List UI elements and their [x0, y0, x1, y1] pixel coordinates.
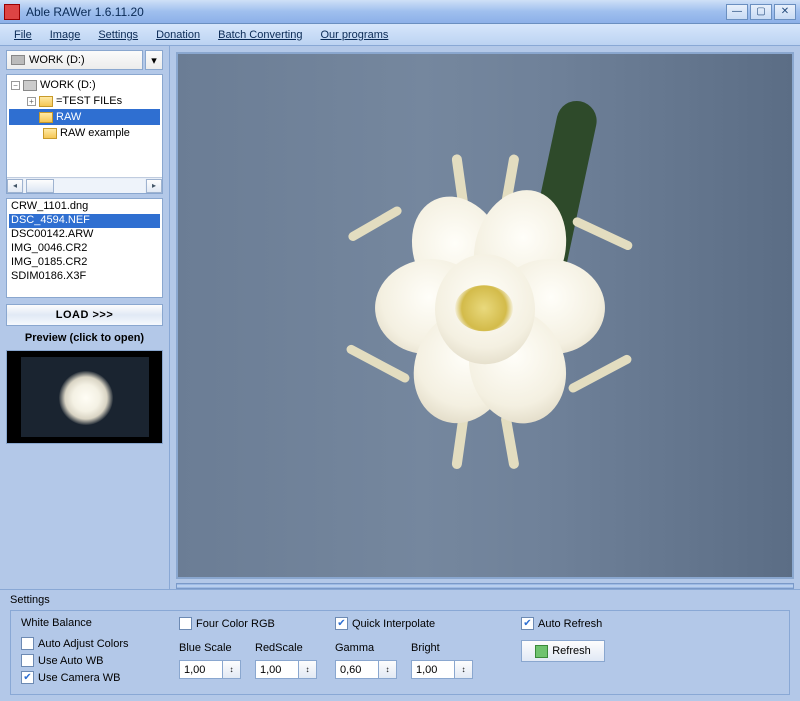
tree-row-selected[interactable]: + RAW	[9, 109, 160, 125]
scroll-thumb[interactable]	[26, 179, 54, 193]
drive-icon	[23, 80, 37, 91]
menu-settings[interactable]: Settings	[90, 27, 146, 43]
window-title: Able RAWer 1.6.11.20	[26, 5, 724, 19]
folder-tree[interactable]: − WORK (D:) + =TEST FILEs + RAW RAW exam…	[6, 74, 163, 194]
image-status-bar	[176, 583, 794, 589]
checkbox-icon	[21, 654, 34, 667]
settings-label: Settings	[10, 594, 790, 606]
blue-scale-label: Blue Scale	[179, 642, 241, 654]
checkbox-checked-icon: ✔	[21, 671, 34, 684]
checkbox-icon	[21, 637, 34, 650]
scroll-track[interactable]	[24, 179, 145, 193]
checkbox-auto-refresh[interactable]: ✔ Auto Refresh	[521, 617, 605, 630]
checkbox-use-camera-wb[interactable]: ✔ Use Camera WB	[21, 671, 161, 684]
maximize-button[interactable]: ▢	[750, 4, 772, 20]
tree-item-label: RAW example	[60, 127, 130, 139]
chevron-down-icon: ▾	[151, 54, 157, 67]
menu-batch-converting[interactable]: Batch Converting	[210, 27, 310, 43]
checkbox-quick-interpolate[interactable]: ✔ Quick Interpolate	[335, 617, 473, 630]
scroll-right-button[interactable]: ▸	[146, 179, 162, 193]
app-icon	[4, 4, 20, 20]
folder-icon	[43, 128, 57, 139]
image-view[interactable]	[176, 52, 794, 579]
close-button[interactable]: ✕	[774, 4, 796, 20]
titlebar[interactable]: Able RAWer 1.6.11.20 — ▢ ✕	[0, 0, 800, 24]
menu-file[interactable]: File	[6, 27, 40, 43]
gamma-label: Gamma	[335, 642, 397, 654]
main-area	[170, 46, 800, 589]
preview-label: Preview (click to open)	[6, 330, 163, 346]
file-row[interactable]: IMG_0046.CR2	[9, 242, 160, 256]
menu-our-programs[interactable]: Our programs	[313, 27, 397, 43]
drive-dropdown-button[interactable]: ▾	[145, 50, 163, 70]
expand-icon[interactable]: +	[27, 97, 36, 106]
checkbox-use-auto-wb[interactable]: Use Auto WB	[21, 654, 161, 667]
file-list[interactable]: CRW_1101.dng DSC_4594.NEF DSC00142.ARW I…	[6, 198, 163, 298]
drive-label: WORK (D:)	[29, 54, 85, 66]
menu-donation[interactable]: Donation	[148, 27, 208, 43]
checkbox-auto-adjust-colors[interactable]: Auto Adjust Colors	[21, 637, 161, 650]
file-row[interactable]: CRW_1101.dng	[9, 200, 160, 214]
file-row[interactable]: DSC00142.ARW	[9, 228, 160, 242]
tree-row[interactable]: + =TEST FILEs	[9, 93, 160, 109]
spinner-button[interactable]: ↕	[223, 660, 241, 679]
tree-row-root[interactable]: − WORK (D:)	[9, 77, 160, 93]
blue-scale-input[interactable]	[179, 660, 223, 679]
refresh-icon	[535, 645, 548, 658]
tree-row[interactable]: RAW example	[9, 125, 160, 141]
image-content	[315, 139, 655, 479]
menubar: File Image Settings Donation Batch Conve…	[0, 24, 800, 46]
folder-icon	[39, 96, 53, 107]
red-scale-label: RedScale	[255, 642, 317, 654]
minimize-button[interactable]: —	[726, 4, 748, 20]
scroll-left-button[interactable]: ◂	[7, 179, 23, 193]
left-panel: WORK (D:) ▾ − WORK (D:) + =TEST FILEs	[0, 46, 170, 589]
menu-image[interactable]: Image	[42, 27, 89, 43]
load-button[interactable]: LOAD >>>	[6, 304, 163, 326]
drive-selector[interactable]: WORK (D:)	[6, 50, 143, 70]
file-row[interactable]: SDIM0186.X3F	[9, 270, 160, 284]
spinner-button[interactable]: ↕	[455, 660, 473, 679]
checkbox-four-color-rgb[interactable]: Four Color RGB	[179, 617, 317, 630]
checkbox-icon	[179, 617, 192, 630]
tree-scrollbar[interactable]: ◂ ▸	[7, 177, 162, 193]
red-scale-input[interactable]	[255, 660, 299, 679]
folder-open-icon	[39, 112, 53, 123]
settings-panel: Settings White Balance Auto Adjust Color…	[0, 589, 800, 701]
gamma-input[interactable]	[335, 660, 379, 679]
collapse-icon[interactable]: −	[11, 81, 20, 90]
tree-item-label: =TEST FILEs	[56, 95, 122, 107]
checkbox-checked-icon: ✔	[521, 617, 534, 630]
bright-input[interactable]	[411, 660, 455, 679]
refresh-button[interactable]: Refresh	[521, 640, 605, 662]
spinner-button[interactable]: ↕	[379, 660, 397, 679]
file-row[interactable]: IMG_0185.CR2	[9, 256, 160, 270]
tree-item-label: RAW	[56, 111, 81, 123]
preview-thumbnail[interactable]	[6, 350, 163, 444]
white-balance-label: White Balance	[21, 617, 161, 629]
drive-icon	[11, 55, 25, 65]
tree-root-label: WORK (D:)	[40, 79, 96, 91]
file-row-selected[interactable]: DSC_4594.NEF	[9, 214, 160, 228]
spinner-button[interactable]: ↕	[299, 660, 317, 679]
bright-label: Bright	[411, 642, 473, 654]
checkbox-checked-icon: ✔	[335, 617, 348, 630]
